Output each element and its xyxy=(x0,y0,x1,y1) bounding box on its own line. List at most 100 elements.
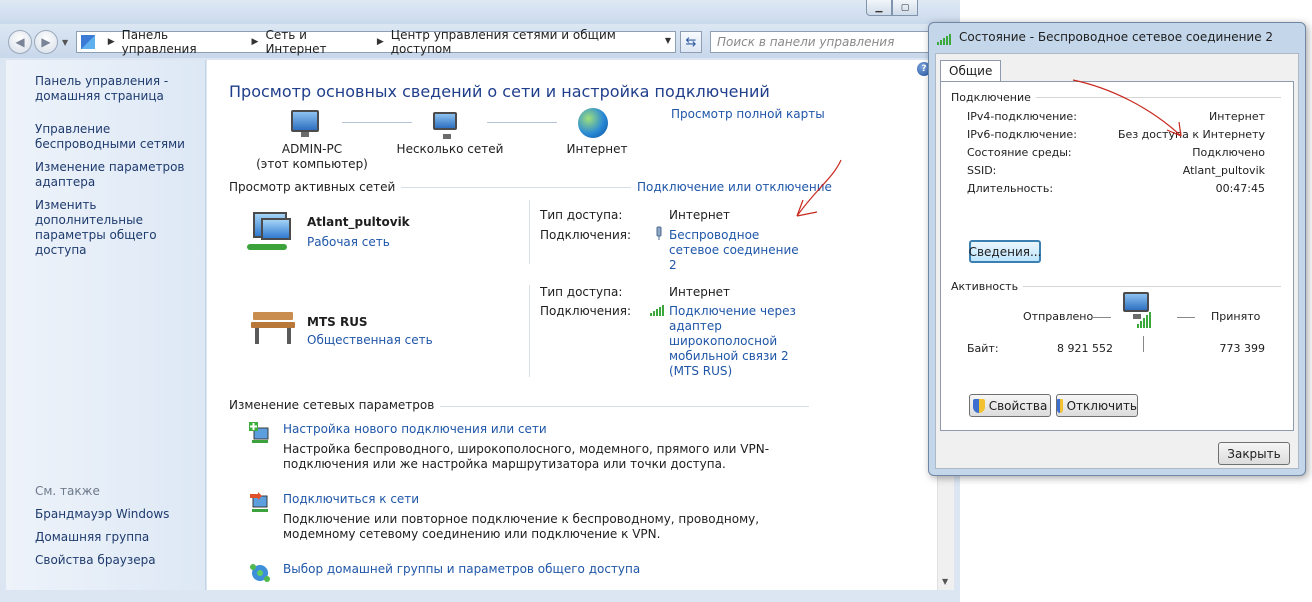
access-type-value: Интернет xyxy=(669,208,731,222)
control-panel-icon xyxy=(81,35,95,49)
close-button[interactable]: Закрыть xyxy=(1218,442,1290,465)
see-also-label: См. также xyxy=(35,484,100,498)
annotation-arrow xyxy=(796,159,842,217)
public-network-bench-icon[interactable] xyxy=(249,312,295,346)
mobile-connection-link[interactable]: Подключение через адаптер широкополосной… xyxy=(669,304,814,379)
sidebar-link-adapter-settings[interactable]: Изменение параметров адаптера xyxy=(35,160,205,190)
network-type-link[interactable]: Общественная сеть xyxy=(307,333,433,347)
properties-button[interactable]: Свойства xyxy=(969,394,1051,417)
wireless-adapter-icon xyxy=(654,226,664,240)
annotation-arrow xyxy=(1072,79,1182,137)
title-bar: ▁ ▢ xyxy=(0,0,960,24)
details-button[interactable]: Сведения... xyxy=(969,240,1041,263)
breadcrumb-separator[interactable]: ▶ xyxy=(252,37,259,47)
signal-bars-icon xyxy=(650,304,664,319)
bytes-sent-value: 8 921 552 xyxy=(1057,342,1113,355)
computer-icon[interactable] xyxy=(291,110,319,137)
sidebar-link-home[interactable]: Панель управления - домашняя страница xyxy=(35,74,205,104)
breadcrumb-separator[interactable]: ▶ xyxy=(377,37,384,47)
scroll-down-arrow[interactable]: ▼ xyxy=(942,577,948,586)
view-full-map-link[interactable]: Просмотр полной карты xyxy=(671,107,825,121)
breadcrumb-network-internet[interactable]: Сеть и Интернет xyxy=(265,28,369,56)
task-title-homegroup[interactable]: Выбор домашней группы и параметров общег… xyxy=(283,562,640,576)
wireless-status-dialog: Состояние - Беспроводное сетевое соедине… xyxy=(928,22,1306,476)
ssid-value: Atlant_pultovik xyxy=(1182,164,1265,177)
new-connection-icon[interactable] xyxy=(249,422,271,444)
bytes-label: Байт: xyxy=(967,342,999,355)
refresh-icon: ⇆ xyxy=(685,34,697,50)
sidebar-link-browser-properties[interactable]: Свойства браузера xyxy=(35,553,205,568)
multiple-networks-icon[interactable] xyxy=(433,112,457,139)
window-controls: ▁ ▢ xyxy=(866,0,918,16)
task-title-new-connection[interactable]: Настройка нового подключения или сети xyxy=(283,422,547,436)
divider xyxy=(529,285,530,377)
map-middle-label: Несколько сетей xyxy=(396,142,504,156)
internet-globe-icon[interactable] xyxy=(578,108,608,138)
maximize-button[interactable]: ▢ xyxy=(892,0,918,16)
received-label: Принято xyxy=(1211,310,1261,323)
media-state-label: Состояние среды: xyxy=(967,146,1072,159)
dialog-body: Общие Подключение IPv4-подключение: Инте… xyxy=(935,53,1299,469)
recent-pages-dropdown[interactable]: ▼ xyxy=(62,38,68,47)
connection-section-label: Подключение xyxy=(951,91,1036,104)
sent-label: Отправлено xyxy=(1023,310,1094,323)
activity-section-label: Активность xyxy=(951,280,1024,293)
address-dropdown[interactable]: ▼ xyxy=(665,36,671,45)
map-connector xyxy=(342,122,412,123)
search-input[interactable]: Поиск в панели управления xyxy=(710,31,930,53)
navigation-bar: ◀ ▶ ▼ ▶ Панель управления ▶ Сеть и Интер… xyxy=(0,26,960,58)
page-title: Просмотр основных сведений о сети и наст… xyxy=(229,82,770,101)
network-center-window: ▁ ▢ ◀ ▶ ▼ ▶ Панель управления ▶ Сеть и И… xyxy=(0,0,960,602)
duration-value: 00:47:45 xyxy=(1215,182,1265,195)
disable-button-label: Отключить xyxy=(1066,398,1137,413)
homegroup-icon[interactable] xyxy=(249,562,271,584)
network-name: MTS RUS xyxy=(307,315,368,329)
map-computer-sub: (этот компьютер) xyxy=(256,157,368,171)
media-state-value: Подключено xyxy=(1192,146,1265,159)
sidebar-link-manage-wireless[interactable]: Управление беспроводными сетями xyxy=(35,122,205,152)
uac-shield-icon xyxy=(1057,398,1063,413)
tab-general[interactable]: Общие xyxy=(940,60,1002,82)
refresh-button[interactable]: ⇆ xyxy=(680,31,702,53)
connect-to-network-icon[interactable] xyxy=(249,492,271,514)
back-button[interactable]: ◀ xyxy=(8,30,32,54)
dialog-title: Состояние - Беспроводное сетевое соедине… xyxy=(959,30,1274,44)
network-type-link[interactable]: Рабочая сеть xyxy=(307,235,390,249)
ipv6-label: IPv6-подключение: xyxy=(967,128,1077,141)
sidebar-link-homegroup[interactable]: Домашняя группа xyxy=(35,530,205,545)
sidebar: Панель управления - домашняя страница Уп… xyxy=(6,60,206,590)
forward-button[interactable]: ▶ xyxy=(34,30,58,54)
access-type-label: Тип доступа: xyxy=(540,208,623,222)
map-computer-name: ADMIN-PC xyxy=(281,142,343,156)
sidebar-link-sharing-settings[interactable]: Изменить дополнительные параметры общего… xyxy=(35,198,205,258)
access-type-label: Тип доступа: xyxy=(540,285,623,299)
signal-bars-icon xyxy=(937,33,951,48)
network-name: Atlant_pultovik xyxy=(307,215,410,229)
divider xyxy=(529,200,530,264)
ipv4-value: Интернет xyxy=(1209,110,1265,123)
activity-computers-icon xyxy=(1123,292,1157,330)
main-content: Просмотр основных сведений о сети и наст… xyxy=(207,60,937,590)
disable-button[interactable]: Отключить xyxy=(1056,394,1138,417)
breadcrumb-control-panel[interactable]: Панель управления xyxy=(122,28,245,56)
duration-label: Длительность: xyxy=(967,182,1054,195)
wireless-connection-link[interactable]: Беспроводное сетевое соединение 2 xyxy=(669,228,809,273)
activity-separator xyxy=(1143,336,1144,352)
ssid-label: SSID: xyxy=(967,164,997,177)
bytes-received-value: 773 399 xyxy=(1219,342,1266,355)
sidebar-link-firewall[interactable]: Брандмауэр Windows xyxy=(35,507,205,522)
connections-label: Подключения: xyxy=(540,228,632,242)
work-network-icon[interactable] xyxy=(247,210,295,254)
connections-label: Подключения: xyxy=(540,304,632,318)
arrow-right-icon: ▶ xyxy=(41,35,51,49)
change-settings-label: Изменение сетевых параметров xyxy=(229,398,441,412)
task-desc-new-connection: Настройка беспроводного, широкополосного… xyxy=(283,442,770,471)
minimize-button[interactable]: ▁ xyxy=(866,0,892,16)
breadcrumb-separator[interactable]: ▶ xyxy=(108,37,115,47)
breadcrumb-network-center[interactable]: Центр управления сетями и общим доступом xyxy=(391,28,675,56)
address-bar[interactable]: ▶ Панель управления ▶ Сеть и Интернет ▶ … xyxy=(76,28,676,56)
task-title-connect[interactable]: Подключиться к сети xyxy=(283,492,419,506)
task-desc-connect: Подключение или повторное подключение к … xyxy=(283,512,760,541)
properties-button-label: Свойства xyxy=(988,398,1048,413)
uac-shield-icon xyxy=(972,398,985,413)
